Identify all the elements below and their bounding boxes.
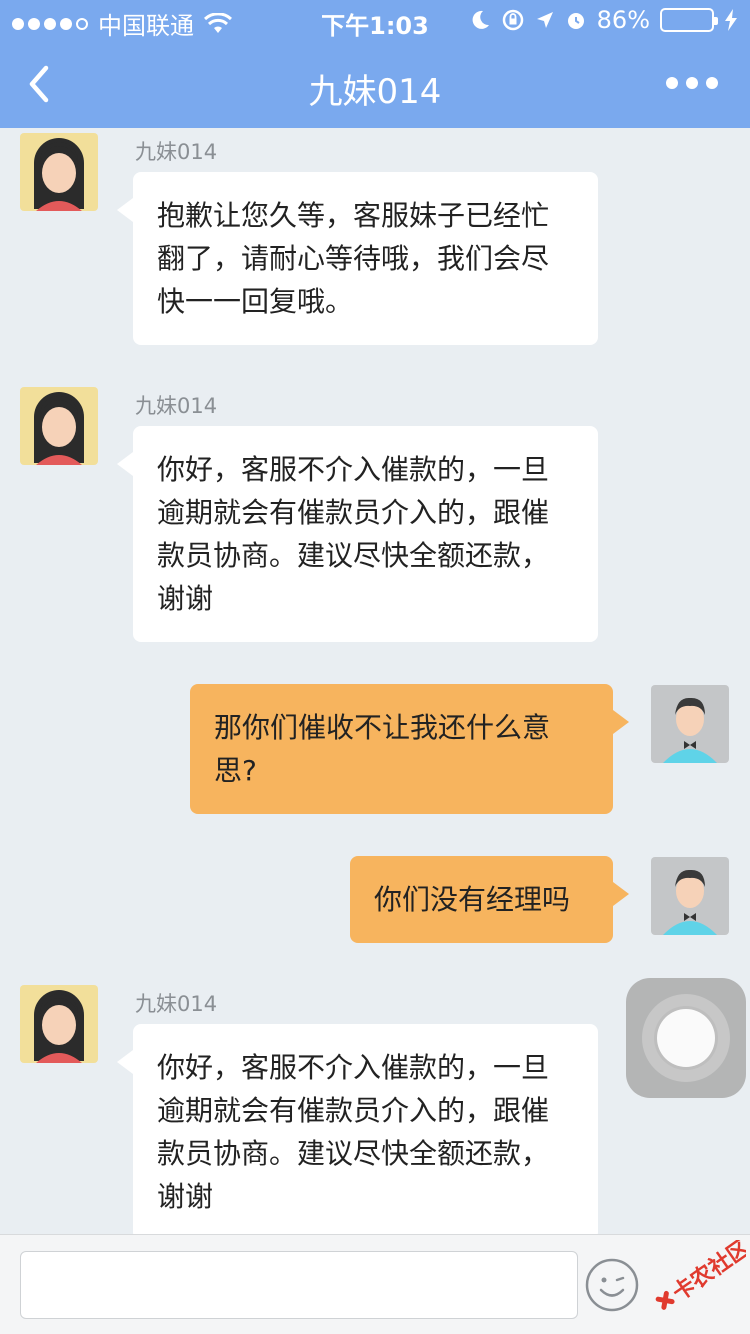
message-bubble[interactable]: 你好，客服不介入催款的，一旦逾期就会有催款员介入的，跟催款员协商。建议尽快全额还… (117, 1024, 598, 1234)
agent-avatar[interactable] (20, 387, 98, 465)
more-options-icon[interactable] (666, 70, 720, 96)
message-bubble[interactable]: 你好，客服不介入催款的，一旦逾期就会有催款员介入的，跟催款员协商。建议尽快全额还… (117, 426, 598, 642)
watermark-logo: 卡农社区 (655, 1240, 746, 1310)
agent-avatar[interactable] (20, 133, 98, 211)
watermark-text: 卡农社区 (668, 1240, 746, 1306)
assistive-touch-button[interactable] (626, 978, 746, 1098)
chat-screen: 中国联通 下午1:03 86% 九妹014 九妹014 抱歉让您久等，客服妹子已… (0, 0, 750, 1334)
alarm-icon (567, 13, 584, 29)
page-title: 九妹014 (308, 72, 442, 112)
message-bubble[interactable]: 那你们催收不让我还什么意思? (190, 684, 629, 814)
female-avatar-icon (34, 990, 84, 1063)
user-avatar[interactable] (651, 685, 729, 763)
sender-name: 九妹014 (135, 394, 218, 418)
agent-avatar[interactable] (20, 985, 98, 1063)
female-avatar-icon (34, 392, 84, 465)
user-avatar[interactable] (651, 857, 729, 935)
male-avatar-icon (663, 697, 717, 763)
input-bar (0, 1234, 750, 1334)
message-input[interactable] (20, 1251, 578, 1319)
sender-name: 九妹014 (135, 140, 218, 164)
status-bar: 中国联通 下午1:03 86% (0, 0, 750, 40)
assistive-touch-center (654, 1006, 718, 1070)
rotation-lock-icon (502, 9, 523, 31)
moon-icon (472, 10, 489, 29)
battery-icon (660, 8, 718, 32)
status-right: 86% (469, 6, 738, 34)
charging-bolt-icon (725, 9, 737, 31)
message-bubble[interactable]: 抱歉让您久等，客服妹子已经忙翻了，请耐心等待哦，我们会尽快一一回复哦。 (117, 172, 598, 345)
nav-bar: 九妹014 (0, 40, 750, 128)
battery-percent: 86% (596, 6, 650, 34)
sender-name: 九妹014 (135, 992, 218, 1016)
emoji-icon[interactable] (584, 1257, 640, 1313)
male-avatar-icon (663, 869, 717, 935)
header: 中国联通 下午1:03 86% 九妹014 (0, 0, 750, 128)
female-avatar-icon (34, 138, 84, 211)
message-bubble[interactable]: 你们没有经理吗 (350, 856, 629, 943)
location-arrow-icon (536, 12, 553, 28)
